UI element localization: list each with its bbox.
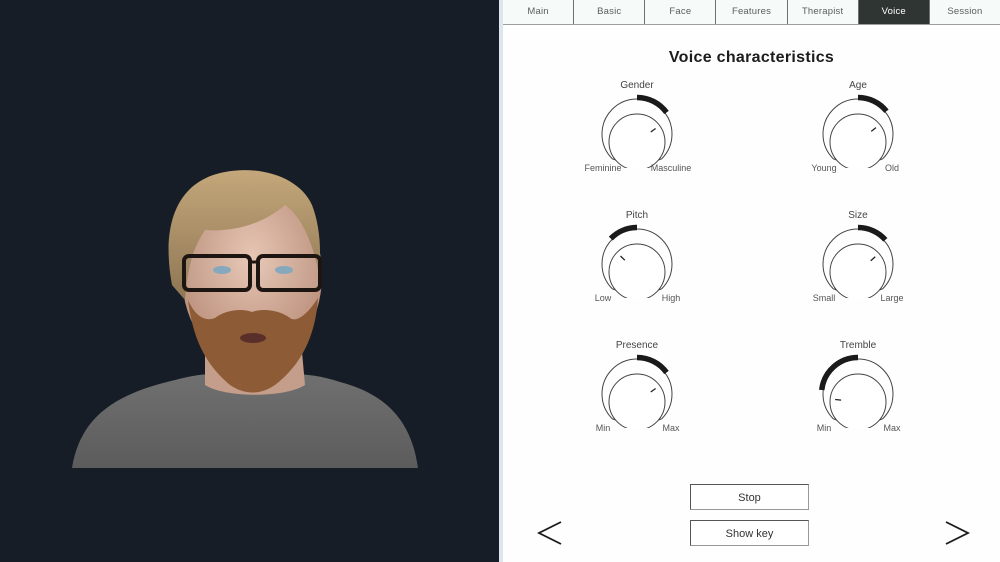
- knob-dial[interactable]: [587, 88, 687, 168]
- knob-age: Age Young Old: [793, 80, 923, 200]
- tab-basic[interactable]: Basic: [574, 0, 646, 24]
- knob-min-label: Min: [816, 423, 832, 433]
- knob-dial[interactable]: [587, 218, 687, 298]
- knob-max-label: Old: [884, 163, 899, 173]
- knob-min-label: Low: [594, 293, 612, 303]
- knob-dial[interactable]: [587, 348, 687, 428]
- knob-indicator: [835, 398, 842, 401]
- tab-features[interactable]: Features: [716, 0, 788, 24]
- tab-session[interactable]: Session: [930, 0, 1000, 24]
- knob-value-arc: [608, 224, 638, 241]
- knob-min-label: Min: [595, 423, 611, 433]
- knob-min-label: Feminine: [584, 163, 622, 173]
- knob-body: [829, 243, 887, 298]
- knob-max-label: Max: [662, 423, 680, 433]
- knob-max-label: Masculine: [650, 163, 692, 173]
- knob-min-label: Young: [811, 163, 837, 173]
- knob-gender: Gender Feminine Masculine: [572, 80, 702, 200]
- knob-body: [829, 373, 887, 428]
- knob-max-label: Large: [880, 293, 904, 303]
- avatar-viewport: [0, 0, 499, 562]
- next-button[interactable]: [938, 516, 974, 550]
- settings-panel: Main Basic Face Features Therapist Voice…: [499, 0, 1000, 562]
- avatar-mouth: [240, 333, 266, 343]
- knob-max-label: Max: [883, 423, 901, 433]
- knob-pitch: Pitch Low High: [572, 210, 702, 330]
- chevron-right-icon: [945, 521, 971, 545]
- knob-tremble: Tremble Min Max: [793, 340, 923, 460]
- page-title: Voice characteristics: [668, 49, 835, 66]
- knob-presence: Presence Min Max: [572, 340, 702, 460]
- knob-body: [608, 373, 666, 428]
- previous-button[interactable]: [533, 516, 569, 550]
- knob-max-label: High: [661, 293, 681, 303]
- avatar-glasses-right-lens: [256, 254, 322, 292]
- knob-body: [829, 113, 887, 168]
- knob-size: Size Small Large: [793, 210, 923, 330]
- knob-dial[interactable]: [808, 218, 908, 298]
- knob-body: [608, 113, 666, 168]
- tab-bar: Main Basic Face Features Therapist Voice…: [503, 0, 1000, 25]
- tab-voice[interactable]: Voice: [858, 0, 930, 24]
- chevron-left-icon: [536, 521, 562, 545]
- knob-min-label: Small: [812, 293, 836, 303]
- knob-value-arc: [857, 94, 889, 114]
- tab-main[interactable]: Main: [503, 0, 575, 24]
- knob-value-arc: [857, 224, 888, 242]
- show-key-button[interactable]: Show key: [690, 520, 809, 546]
- knob-value-arc: [636, 354, 669, 375]
- tab-therapist[interactable]: Therapist: [788, 0, 859, 24]
- knob-dial[interactable]: [808, 348, 908, 428]
- tab-face[interactable]: Face: [645, 0, 717, 24]
- avatar-3d-model: [72, 170, 418, 468]
- knob-dial[interactable]: [808, 88, 908, 168]
- avatar-glasses-left-lens: [182, 254, 252, 292]
- stop-button[interactable]: Stop: [690, 484, 809, 510]
- knob-body: [608, 243, 666, 298]
- knob-value-arc: [636, 94, 669, 115]
